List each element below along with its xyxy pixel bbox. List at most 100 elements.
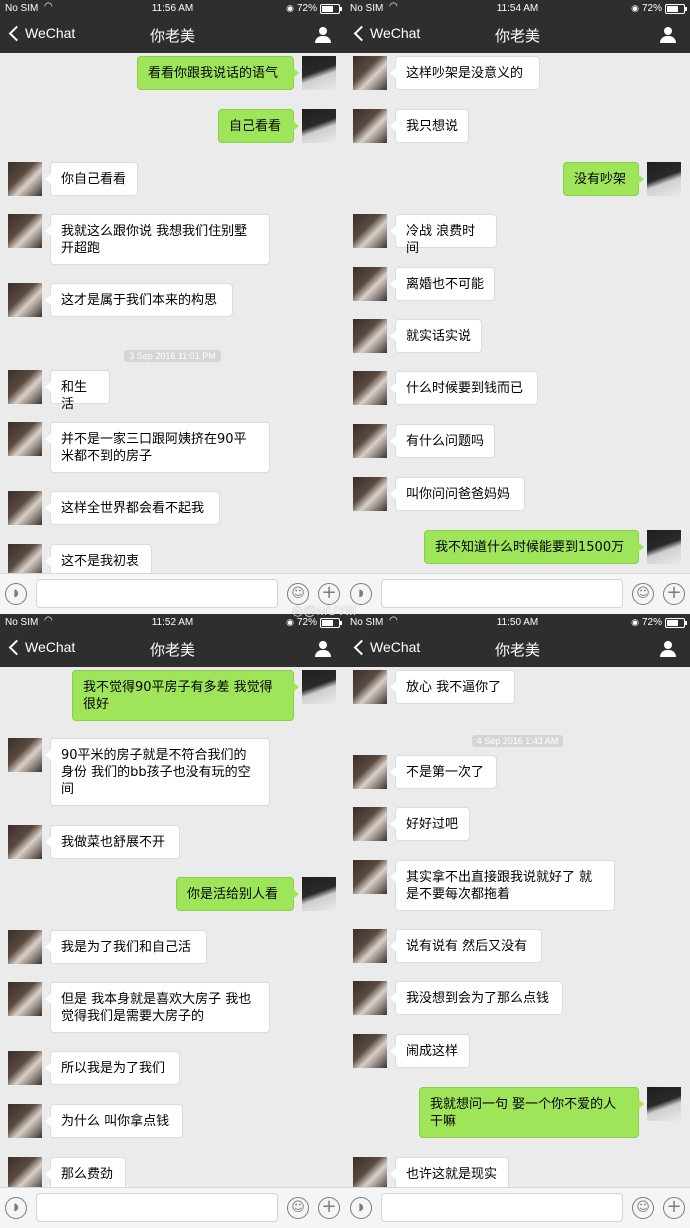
message-list[interactable]: 放心 我不逼你了 4 Sep 2016 1:43 AM 不是第一次了 好好过吧 … [345,667,690,1187]
received-message-bubble[interactable]: 并不是一家三口跟阿姨挤在90平米都不到的房子 [45,422,270,473]
received-message-bubble[interactable]: 离婚也不可能 [390,267,495,301]
sent-message-bubble[interactable]: 没有吵架 [563,162,644,196]
contact-avatar[interactable] [8,930,42,964]
received-message-bubble[interactable]: 好好过吧 [390,807,470,841]
contact-avatar[interactable] [8,370,42,404]
received-message-bubble[interactable]: 这才是属于我们本来的构思 [45,283,233,317]
received-message-bubble[interactable]: 也许这就是现实 [390,1157,509,1187]
contact-avatar[interactable] [353,807,387,841]
voice-icon[interactable]: ◗ [350,1197,372,1219]
my-avatar[interactable] [647,1087,681,1121]
received-message-bubble[interactable]: 这样吵架是没意义的 [390,56,540,90]
my-avatar[interactable] [302,670,336,704]
contact-avatar[interactable] [353,319,387,353]
received-message-bubble[interactable]: 但是 我本身就是喜欢大房子 我也觉得我们是需要大房子的 [45,982,270,1033]
contact-avatar[interactable] [353,214,387,248]
received-message-bubble[interactable]: 有什么问题吗 [390,424,495,458]
received-message-bubble[interactable]: 这不是我初衷 [45,544,152,573]
contact-avatar[interactable] [353,981,387,1015]
contact-avatar[interactable] [353,929,387,963]
received-message-bubble[interactable]: 其实拿不出直接跟我说就好了 就是不要每次都拖着 [390,860,615,911]
received-message-bubble[interactable]: 为什么 叫你拿点钱 [45,1104,183,1138]
emoji-icon[interactable]: ☺ [632,1197,654,1219]
received-message-bubble[interactable]: 90平米的房子就是不符合我们的身份 我们的bb孩子也没有玩的空间 [45,738,270,806]
my-avatar[interactable] [647,162,681,196]
contact-avatar[interactable] [8,422,42,456]
profile-icon[interactable] [660,641,676,657]
message-list[interactable]: 看看你跟我说话的语气 自己看看 你自己看看 我就这么跟你说 我想我们住别墅 开超… [0,53,345,573]
received-message-bubble[interactable]: 放心 我不逼你了 [390,670,515,704]
plus-icon[interactable]: + [663,1197,685,1219]
contact-avatar[interactable] [8,162,42,196]
message-list[interactable]: 我不觉得90平房子有多差 我觉得很好 90平米的房子就是不符合我们的身份 我们的… [0,667,345,1187]
contact-avatar[interactable] [353,1034,387,1068]
contact-avatar[interactable] [353,56,387,90]
received-message-bubble[interactable]: 闹成这样 [390,1034,470,1068]
contact-avatar[interactable] [353,477,387,511]
sent-message-bubble[interactable]: 看看你跟我说话的语气 [137,56,299,90]
contact-avatar[interactable] [8,982,42,1016]
contact-avatar[interactable] [8,1104,42,1138]
received-message-bubble[interactable]: 那么费劲 [45,1157,126,1187]
contact-avatar[interactable] [8,738,42,772]
contact-avatar[interactable] [8,214,42,248]
message-list[interactable]: 这样吵架是没意义的 我只想说 没有吵架 冷战 浪费时间 离婚也不可能 就实话实说… [345,53,690,573]
contact-avatar[interactable] [353,1157,387,1187]
sent-message-bubble[interactable]: 我不觉得90平房子有多差 我觉得很好 [72,670,299,721]
sent-message-bubble[interactable]: 我不知道什么时候能要到1500万 [424,530,644,564]
message-input[interactable] [381,579,623,608]
received-message-bubble[interactable]: 我没想到会为了那么点钱 [390,981,563,1015]
contact-avatar[interactable] [8,544,42,573]
voice-icon[interactable]: ◗ [5,1197,27,1219]
received-message-bubble[interactable]: 叫你问问爸爸妈妈 [390,477,525,511]
sent-message-bubble[interactable]: 我就想问一句 娶一个你不爱的人干嘛 [419,1087,644,1138]
contact-avatar[interactable] [8,1157,42,1187]
contact-avatar[interactable] [353,424,387,458]
voice-icon[interactable]: ◗ [350,583,372,605]
contact-avatar[interactable] [8,283,42,317]
received-message-bubble[interactable]: 我做菜也舒展不开 [45,825,180,859]
received-message-bubble[interactable]: 所以我是为了我们 [45,1051,180,1085]
contact-avatar[interactable] [353,371,387,405]
contact-avatar[interactable] [353,670,387,704]
sent-message-bubble[interactable]: 你是活给别人看 [176,877,299,911]
received-message-bubble[interactable]: 就实话实说 [390,319,482,353]
profile-icon[interactable] [315,641,331,657]
contact-avatar[interactable] [8,825,42,859]
received-message-bubble[interactable]: 和生活 [45,370,110,412]
message-input[interactable] [381,1193,623,1222]
received-message-bubble[interactable]: 我是为了我们和自己活 [45,930,207,964]
nav-bar: WeChat 你老美 [0,631,345,667]
my-avatar[interactable] [647,530,681,564]
received-message-bubble[interactable]: 冷战 浪费时间 [390,214,497,256]
my-avatar[interactable] [302,877,336,911]
received-message-bubble[interactable]: 我只想说 [390,109,469,143]
voice-icon[interactable]: ◗ [5,583,27,605]
received-message-bubble[interactable]: 什么时候要到钱而已 [390,371,538,405]
received-message-bubble[interactable]: 你自己看看 [45,162,138,196]
contact-avatar[interactable] [353,109,387,143]
contact-avatar[interactable] [8,491,42,525]
contact-avatar[interactable] [353,755,387,789]
plus-icon[interactable]: + [318,1197,340,1219]
contact-avatar[interactable] [8,1051,42,1085]
chat-screen-4: No SIM ◠ 11:50 AM ◉ 72% WeChat 你老美 放心 我不逼… [345,614,690,1228]
received-message-bubble[interactable]: 我就这么跟你说 我想我们住别墅 开超跑 [45,214,270,265]
profile-icon[interactable] [315,27,331,43]
received-message-bubble[interactable]: 不是第一次了 [390,755,497,789]
contact-avatar[interactable] [353,267,387,301]
my-avatar[interactable] [302,56,336,90]
sent-message-bubble[interactable]: 自己看看 [218,109,299,143]
received-message-bubble[interactable]: 这样全世界都会看不起我 [45,491,220,525]
plus-icon[interactable]: + [318,583,340,605]
received-message-bubble[interactable]: 说有说有 然后又没有 [390,929,542,963]
emoji-icon[interactable]: ☺ [287,1197,309,1219]
my-avatar[interactable] [302,109,336,143]
message-input[interactable] [36,579,278,608]
profile-icon[interactable] [660,27,676,43]
emoji-icon[interactable]: ☺ [287,583,309,605]
plus-icon[interactable]: + [663,583,685,605]
emoji-icon[interactable]: ☺ [632,583,654,605]
message-input[interactable] [36,1193,278,1222]
contact-avatar[interactable] [353,860,387,894]
